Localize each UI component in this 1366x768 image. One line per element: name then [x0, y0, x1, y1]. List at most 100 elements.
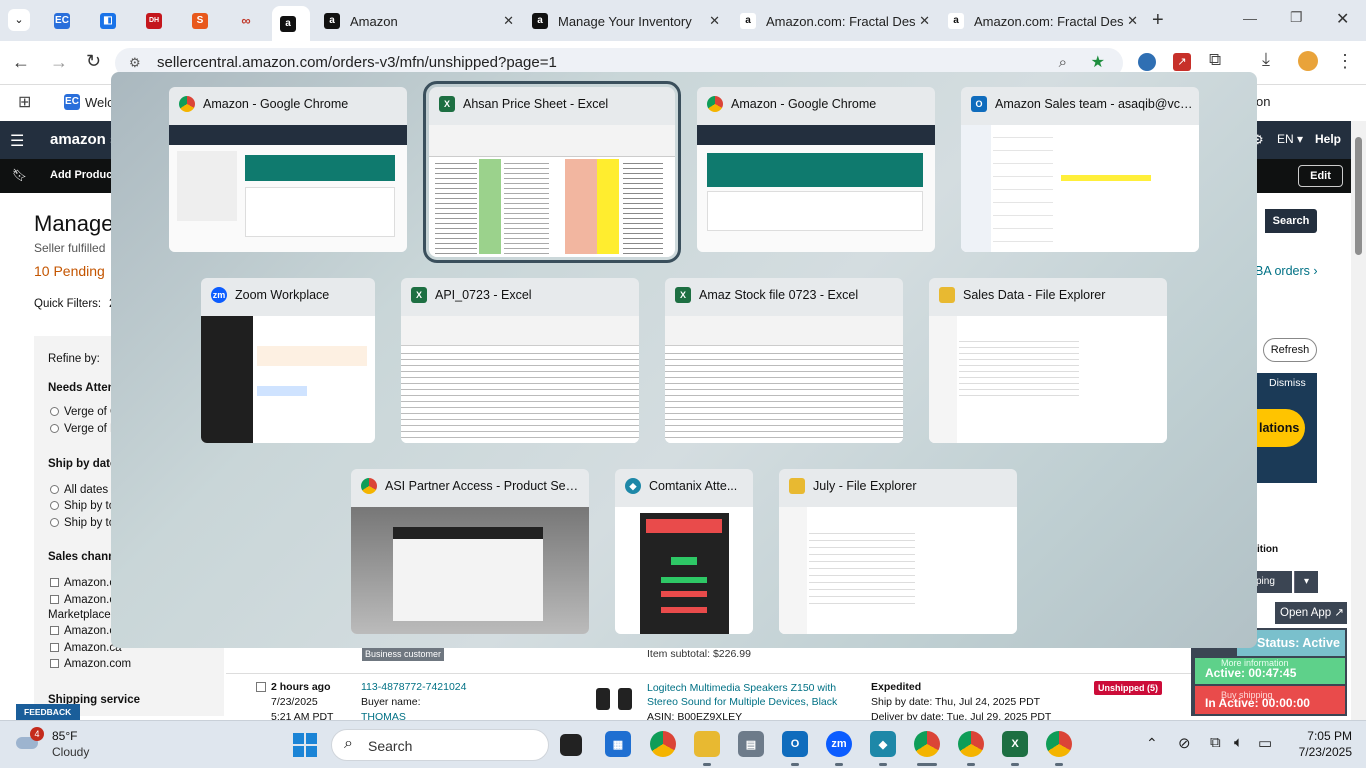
search-button[interactable]: Search — [1265, 209, 1317, 233]
bookmark-welcome[interactable]: EC Welc — [64, 94, 114, 110]
filter-option[interactable]: Verge of L — [50, 423, 116, 435]
refresh-button[interactable]: Refresh — [1263, 338, 1317, 362]
close-icon[interactable]: ✕ — [1127, 13, 1138, 29]
file-explorer-icon[interactable] — [694, 731, 720, 757]
filter-label: Verge of L — [64, 423, 117, 435]
chevron-up-icon[interactable]: ⌃ — [1146, 735, 1158, 752]
window-thumbnail-selected[interactable]: X Ahsan Price Sheet - Excel — [423, 81, 681, 263]
clock-date[interactable]: 7/23/2025 — [1282, 745, 1352, 759]
feedback-button[interactable]: FEEDBACK ✕ — [16, 704, 80, 733]
close-icon[interactable]: ✕ — [709, 13, 720, 29]
tab-amazon[interactable]: a Amazon ✕ — [316, 6, 522, 36]
open-app-button[interactable]: Open App ↗ — [1275, 602, 1347, 624]
edit-button[interactable]: Edit — [1298, 165, 1343, 187]
window-thumbnail[interactable]: zm Zoom Workplace — [201, 278, 375, 443]
radio-icon — [50, 518, 59, 527]
tab-pinned-3[interactable]: DH — [138, 6, 178, 36]
filter-option[interactable]: Ship by to — [50, 500, 115, 512]
window-thumbnail[interactable]: ASI Partner Access - Product Sear... — [351, 469, 589, 634]
weather-temp[interactable]: 85°F — [52, 729, 77, 743]
tab-manage-inventory[interactable]: a Manage Your Inventory ✕ — [524, 6, 728, 36]
filter-option[interactable]: Verge of C — [50, 406, 118, 418]
task-view-icon[interactable] — [560, 734, 582, 756]
outlook-icon[interactable]: O — [782, 731, 808, 757]
back-arrow-icon[interactable]: ← — [12, 52, 30, 73]
minimize-button[interactable]: — — [1243, 10, 1257, 26]
comtanix-icon[interactable]: ◆ — [870, 731, 896, 757]
window-thumbnail[interactable]: Amazon - Google Chrome — [697, 87, 935, 252]
chrome-icon[interactable] — [650, 731, 676, 757]
profile-avatar[interactable] — [1298, 51, 1318, 71]
chrome-profile-icon[interactable] — [958, 731, 984, 757]
item-subtotal: Item subtotal: $226.99 — [647, 648, 751, 660]
window-thumbnail[interactable]: X Amaz Stock file 0723 - Excel — [665, 278, 903, 443]
tab-pinned-2[interactable]: ◧ — [92, 6, 132, 36]
tab-search-button[interactable]: ⌄ — [8, 9, 30, 31]
clock-time[interactable]: 7:05 PM — [1300, 729, 1352, 743]
order-id-link[interactable]: 113-4878772-7421024 — [361, 681, 467, 693]
scrollbar-thumb[interactable] — [1355, 137, 1362, 255]
chevron-down-icon[interactable]: ▾ — [1294, 571, 1318, 593]
window-thumbnail[interactable]: O Amazon Sales team - asaqib@vcl... — [961, 87, 1199, 252]
more-information-link[interactable]: More information — [1221, 658, 1289, 678]
tab-active[interactable]: a — [272, 6, 310, 41]
filter-option[interactable]: All dates — [50, 484, 108, 496]
download-icon[interactable]: ⤓ — [1262, 49, 1270, 70]
close-window-button[interactable]: ✕ — [1336, 9, 1349, 29]
chrome-profile-icon[interactable] — [914, 731, 940, 757]
menu-dots-icon[interactable]: ⋮ — [1336, 51, 1354, 72]
volume-icon[interactable]: 🔈︎ — [1234, 734, 1243, 751]
tab-fractal-2[interactable]: a Amazon.com: Fractal Desi ✕ — [940, 6, 1146, 36]
outlook-icon: O — [971, 96, 987, 112]
close-icon[interactable]: ✕ — [503, 13, 514, 29]
weather-widget[interactable]: 4 — [14, 727, 44, 753]
bookmark-right[interactable]: on — [1256, 94, 1270, 109]
product-title-link[interactable]: Logitech Multimedia Speakers Z150 with S… — [647, 681, 847, 709]
window-thumbnail[interactable]: Sales Data - File Explorer — [929, 278, 1167, 443]
row-checkbox[interactable] — [256, 682, 266, 692]
excel-icon[interactable]: X — [1002, 731, 1028, 757]
window-thumbnail[interactable]: Amazon - Google Chrome — [169, 87, 407, 252]
tab-fractal-1[interactable]: a Amazon.com: Fractal Desi ✕ — [732, 6, 938, 36]
tab-pinned-4[interactable]: S — [184, 6, 224, 36]
bookmark-icon[interactable]: 🔖︎ — [12, 168, 27, 182]
maximize-button[interactable]: ❐ — [1290, 9, 1303, 26]
language-selector[interactable]: EN ▾ — [1277, 132, 1303, 146]
window-thumbnail[interactable]: July - File Explorer — [779, 469, 1017, 634]
amazon-icon: a — [532, 13, 548, 29]
window-preview — [169, 125, 407, 252]
product-image-right — [618, 688, 632, 710]
tab-pinned-5[interactable]: ∞ — [230, 6, 270, 36]
apps-grid-icon[interactable]: ⊞ — [18, 92, 31, 112]
weather-desc[interactable]: Cloudy — [52, 745, 89, 759]
display-icon[interactable]: ⧉ — [1210, 734, 1221, 751]
store-icon[interactable]: ▦ — [605, 731, 631, 757]
help-link[interactable]: Help — [1315, 132, 1341, 146]
filter-option[interactable]: Ship by to — [50, 517, 115, 529]
radio-icon — [50, 424, 59, 433]
new-tab-button[interactable]: + — [1152, 9, 1164, 32]
zoom-icon[interactable]: zm — [826, 731, 852, 757]
hamburger-menu-icon[interactable]: ☰ — [10, 131, 24, 151]
extensions-puzzle-icon[interactable]: ⧉ — [1209, 50, 1221, 70]
windows-start-icon[interactable] — [293, 733, 317, 757]
window-thumbnail[interactable]: X API_0723 - Excel — [401, 278, 639, 443]
network-icon[interactable]: ⊘ — [1178, 734, 1191, 752]
taskbar-search[interactable]: ⌕ Search — [331, 729, 549, 761]
ba-orders-link[interactable]: BA orders › — [1255, 264, 1318, 278]
forward-arrow-icon[interactable]: → — [50, 52, 68, 73]
tab-pinned-1[interactable]: EC — [46, 6, 86, 36]
filter-option[interactable]: Amazon.com — [50, 658, 131, 670]
extension-icon[interactable] — [1138, 53, 1156, 71]
reload-icon[interactable]: ↻ — [86, 51, 101, 72]
chrome-profile-icon[interactable] — [1046, 731, 1072, 757]
calculator-icon[interactable]: ▤ — [738, 731, 764, 757]
pending-tab[interactable]: 10 Pending — [34, 263, 105, 279]
page-scrollbar[interactable] — [1351, 121, 1366, 720]
window-thumbnail[interactable]: ◆ Comtanix Atte... — [615, 469, 753, 634]
dismiss-link[interactable]: Dismiss — [1269, 377, 1306, 389]
filter-option[interactable]: Amazon.ca — [50, 642, 122, 654]
battery-icon[interactable]: ▭ — [1258, 734, 1272, 752]
pdf-extension-icon[interactable]: ↗ — [1173, 53, 1191, 71]
close-icon[interactable]: ✕ — [919, 13, 930, 29]
